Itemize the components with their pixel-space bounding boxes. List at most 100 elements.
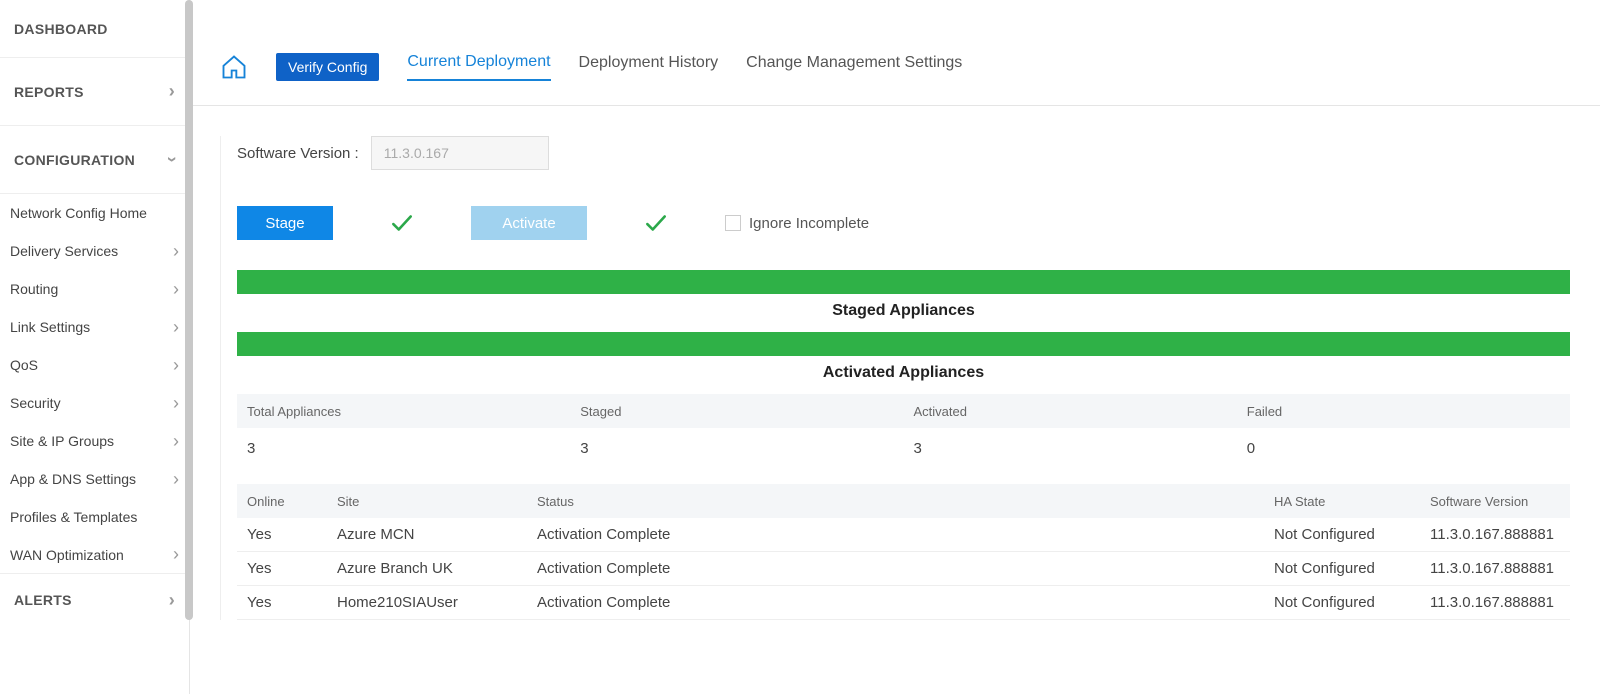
nav-alerts-label: ALERTS — [14, 592, 72, 608]
cell-online: Yes — [237, 560, 337, 577]
nav-alerts[interactable]: ALERTS › — [0, 574, 189, 626]
sidebar-item-label: Link Settings — [10, 319, 90, 335]
sidebar-item-network-config-home[interactable]: Network Config Home — [0, 194, 189, 232]
chevron-right-icon: › — [173, 241, 179, 262]
sidebar-item-label: Security — [10, 395, 61, 411]
sidebar-item-link-settings[interactable]: Link Settings › — [0, 308, 189, 346]
cell-software-version: 11.3.0.167.888881 — [1430, 560, 1570, 577]
tab-deployment-history[interactable]: Deployment History — [579, 54, 719, 80]
summary-col-staged: Staged — [570, 404, 903, 419]
cell-site: Azure Branch UK — [337, 560, 537, 577]
chevron-right-icon: › — [173, 431, 179, 452]
sidebar-item-label: Site & IP Groups — [10, 433, 114, 449]
tab-change-management-settings[interactable]: Change Management Settings — [746, 54, 962, 80]
staged-appliances-label: Staged Appliances — [237, 294, 1570, 332]
sidebar-item-label: QoS — [10, 357, 38, 373]
cell-status: Activation Complete — [537, 526, 1274, 543]
verify-config-label: Verify Config — [288, 59, 367, 75]
chevron-right-icon: › — [169, 590, 175, 611]
ignore-incomplete-wrap: Ignore Incomplete — [725, 215, 869, 232]
col-status: Status — [537, 494, 1274, 509]
cell-site: Home210SIAUser — [337, 594, 537, 611]
ignore-incomplete-label: Ignore Incomplete — [749, 215, 869, 232]
tab-current-deployment[interactable]: Current Deployment — [407, 53, 550, 81]
cell-ha-state: Not Configured — [1274, 594, 1430, 611]
appliances-table-header: Online Site Status HA State Software Ver… — [237, 484, 1570, 518]
tab-label: Deployment History — [579, 54, 719, 71]
col-ha-state: HA State — [1274, 494, 1430, 509]
summary-col-failed: Failed — [1237, 404, 1570, 419]
cell-status: Activation Complete — [537, 560, 1274, 577]
chevron-right-icon: › — [173, 469, 179, 490]
sidebar-item-profiles-templates[interactable]: Profiles & Templates — [0, 498, 189, 536]
activated-progress-bar — [237, 332, 1570, 356]
activated-appliances-label: Activated Appliances — [237, 356, 1570, 394]
check-icon — [389, 210, 415, 236]
chevron-right-icon: › — [173, 279, 179, 300]
chevron-right-icon: › — [173, 544, 179, 565]
summary-table-row: 3 3 3 0 — [237, 428, 1570, 468]
nav-reports-label: REPORTS — [14, 84, 84, 100]
sidebar-item-routing[interactable]: Routing › — [0, 270, 189, 308]
nav-configuration[interactable]: CONFIGURATION › — [0, 126, 189, 194]
sidebar-item-qos[interactable]: QoS › — [0, 346, 189, 384]
action-row: Stage Activate Ignore Incomplete — [237, 206, 1570, 240]
cell-status: Activation Complete — [537, 594, 1274, 611]
main-content: Verify Config Current Deployment Deploym… — [190, 0, 1600, 694]
chevron-right-icon: › — [169, 81, 175, 102]
activate-button[interactable]: Activate — [471, 206, 587, 240]
col-site: Site — [337, 494, 537, 509]
cell-software-version: 11.3.0.167.888881 — [1430, 526, 1570, 543]
table-row: Yes Azure MCN Activation Complete Not Co… — [237, 518, 1570, 552]
nav-reports[interactable]: REPORTS › — [0, 58, 189, 126]
summary-failed-value: 0 — [1237, 440, 1570, 457]
nav-configuration-label: CONFIGURATION — [14, 152, 135, 168]
sidebar-item-label: Delivery Services — [10, 243, 118, 259]
tab-label: Current Deployment — [407, 53, 550, 70]
summary-col-total: Total Appliances — [237, 404, 570, 419]
sidebar-item-app-dns-settings[interactable]: App & DNS Settings › — [0, 460, 189, 498]
cell-online: Yes — [237, 526, 337, 543]
software-version-row: Software Version : — [237, 136, 1570, 170]
sidebar-item-site-ip-groups[interactable]: Site & IP Groups › — [0, 422, 189, 460]
cell-ha-state: Not Configured — [1274, 560, 1430, 577]
check-icon — [643, 210, 669, 236]
summary-table: Total Appliances Staged Activated Failed… — [237, 394, 1570, 468]
ignore-incomplete-checkbox[interactable] — [725, 215, 741, 231]
chevron-right-icon: › — [173, 355, 179, 376]
col-software-version: Software Version — [1430, 494, 1570, 509]
table-row: Yes Home210SIAUser Activation Complete N… — [237, 586, 1570, 620]
sidebar-scrollbar[interactable] — [185, 0, 193, 620]
cell-site: Azure MCN — [337, 526, 537, 543]
summary-col-activated: Activated — [904, 404, 1237, 419]
activate-button-label: Activate — [502, 215, 555, 232]
col-online: Online — [237, 494, 337, 509]
summary-activated-value: 3 — [904, 440, 1237, 457]
home-icon — [220, 53, 248, 81]
sidebar-item-security[interactable]: Security › — [0, 384, 189, 422]
stage-button[interactable]: Stage — [237, 206, 333, 240]
nav-dashboard-label: DASHBOARD — [14, 21, 108, 37]
chevron-right-icon: › — [173, 393, 179, 414]
sidebar-item-label: Routing — [10, 281, 58, 297]
sidebar-item-wan-optimization[interactable]: WAN Optimization › — [0, 536, 189, 574]
verify-config-button[interactable]: Verify Config — [276, 53, 379, 81]
cell-software-version: 11.3.0.167.888881 — [1430, 594, 1570, 611]
home-button[interactable] — [220, 53, 248, 81]
summary-table-header: Total Appliances Staged Activated Failed — [237, 394, 1570, 428]
summary-total-value: 3 — [237, 440, 570, 457]
tab-bar: Verify Config Current Deployment Deploym… — [190, 0, 1600, 106]
appliances-table: Online Site Status HA State Software Ver… — [237, 484, 1570, 620]
table-row: Yes Azure Branch UK Activation Complete … — [237, 552, 1570, 586]
nav-dashboard[interactable]: DASHBOARD — [0, 0, 189, 58]
staged-progress-bar — [237, 270, 1570, 294]
sidebar: DASHBOARD REPORTS › CONFIGURATION › Netw… — [0, 0, 190, 694]
sidebar-item-delivery-services[interactable]: Delivery Services › — [0, 232, 189, 270]
cell-online: Yes — [237, 594, 337, 611]
cell-ha-state: Not Configured — [1274, 526, 1430, 543]
sidebar-item-label: Network Config Home — [10, 205, 147, 221]
summary-staged-value: 3 — [570, 440, 903, 457]
tab-label: Change Management Settings — [746, 54, 962, 71]
stage-button-label: Stage — [265, 215, 304, 232]
software-version-input[interactable] — [371, 136, 549, 170]
